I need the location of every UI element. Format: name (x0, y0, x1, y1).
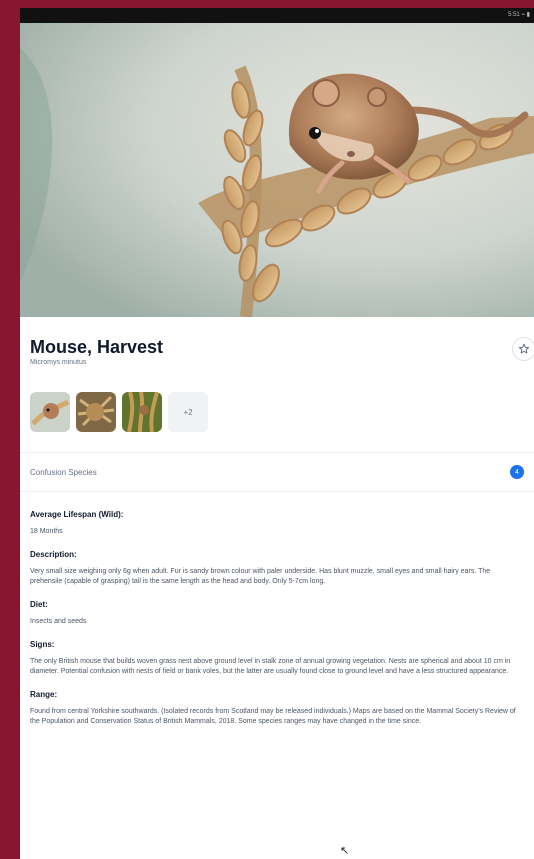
more-photos-button[interactable]: +2 (168, 392, 208, 432)
description-text: Very small size weighing only 6g when ad… (30, 568, 491, 585)
nest-thumbnail-icon (76, 392, 116, 432)
grass-thumbnail-icon (122, 392, 162, 432)
confusion-species-row[interactable]: Confusion Species 4 (20, 452, 534, 492)
star-icon (518, 343, 530, 354)
description-title: Description: (30, 550, 77, 559)
hero-image (20, 23, 534, 317)
status-bar: 5:51 ⌁ ▮ (20, 8, 534, 23)
lifespan-title: Average Lifespan (Wild): (30, 510, 124, 519)
gallery-thumbnail-2[interactable] (76, 392, 116, 432)
species-name: Mouse, Harvest (30, 337, 164, 357)
signs-text: The only British mouse that builds woven… (30, 658, 511, 675)
gallery-thumbnail-3[interactable] (122, 392, 162, 432)
species-header: Mouse, Harvest Micromys minutus (20, 317, 534, 366)
species-detail-screen: 5:51 ⌁ ▮ Mouse, Harvest Micromys minutus… (20, 8, 534, 859)
range-title: Range: (30, 690, 58, 699)
photo-gallery: +2 (20, 366, 534, 452)
confusion-species-count-badge: 4 (510, 465, 524, 479)
mouse-cursor-icon: ↖ (340, 845, 350, 857)
lifespan-text: 18 Months (30, 528, 63, 535)
more-photos-count: +2 (183, 407, 193, 417)
species-latin-name: Micromys minutus (30, 359, 87, 366)
harvest-mouse-photo (20, 23, 534, 317)
gallery-thumbnail-1[interactable] (30, 392, 70, 432)
species-details: Average Lifespan (Wild): 18 Months Descr… (20, 492, 534, 727)
diet-text: Insects and seeds (30, 618, 87, 625)
diet-title: Diet: (30, 600, 48, 609)
status-bar-text: 5:51 ⌁ ▮ (508, 12, 530, 18)
harvest-mouse-thumbnail-icon (30, 392, 70, 432)
signs-title: Signs: (30, 640, 55, 649)
confusion-species-label: Confusion Species (30, 467, 97, 477)
range-text: Found from central Yorkshire southwards.… (30, 708, 516, 725)
favorite-button[interactable] (512, 337, 534, 361)
